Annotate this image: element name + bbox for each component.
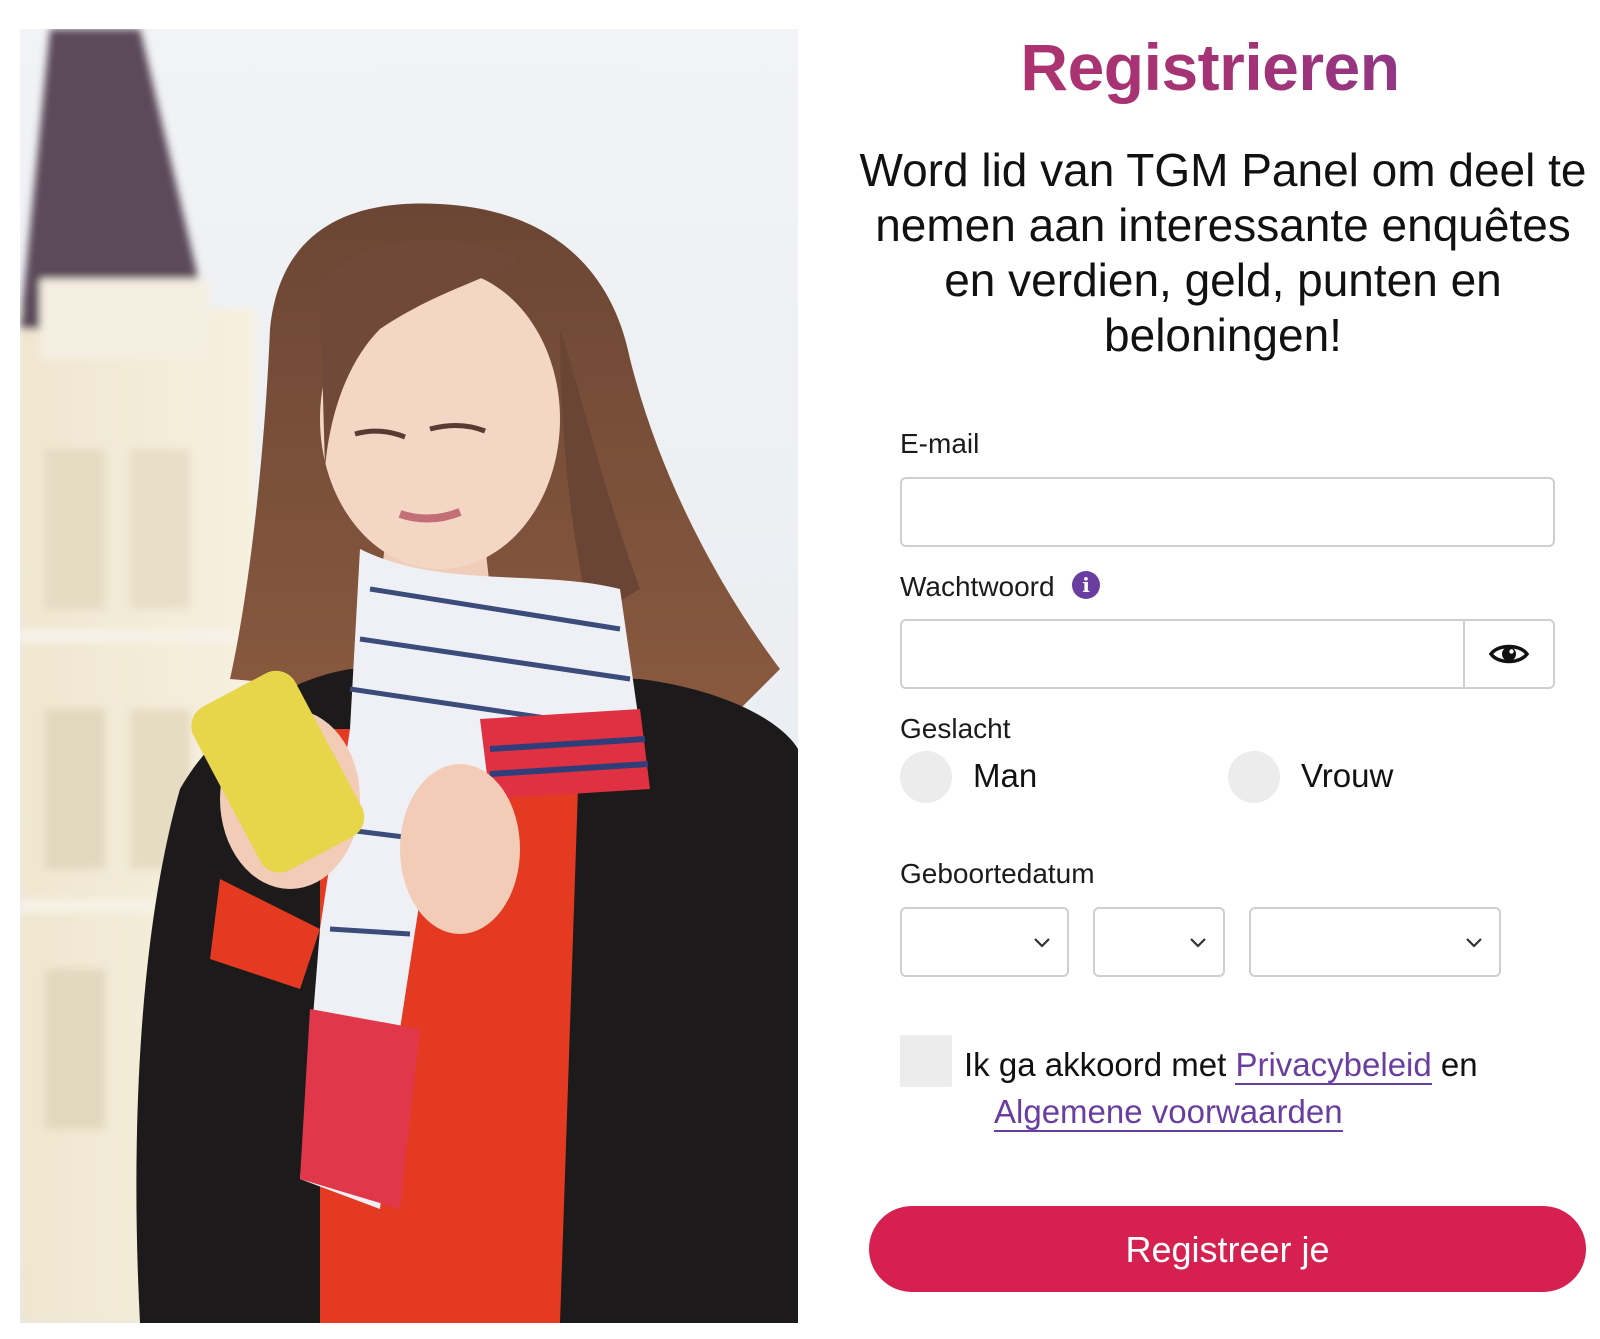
show-password-button[interactable] [1463, 619, 1555, 689]
page-title: Registrieren [840, 30, 1580, 104]
terms-agreement-text: Ik ga akkoord met Privacybeleid en Algem… [964, 1041, 1524, 1135]
privacy-policy-link[interactable]: Privacybeleid [1235, 1046, 1432, 1085]
chevron-down-icon [1034, 938, 1050, 948]
password-label: Wachtwoord [900, 571, 1055, 602]
gender-radio-vrouw[interactable] [1228, 751, 1280, 803]
page-subtitle: Word lid van TGM Panel om deel te nemen … [859, 144, 1587, 361]
agree-conjunction: en [1440, 1046, 1478, 1083]
birthdate-year-select[interactable] [1249, 907, 1501, 977]
gender-label: Geslacht [900, 713, 1011, 744]
register-button[interactable]: Registreer je [869, 1206, 1586, 1292]
gender-option-vrouw-label[interactable]: Vrouw [1301, 756, 1393, 796]
email-input[interactable] [900, 477, 1555, 547]
birthdate-month-select[interactable] [1093, 907, 1225, 977]
birthdate-day-select[interactable] [900, 907, 1069, 977]
info-icon[interactable]: i [1072, 571, 1100, 599]
gender-option-man-label[interactable]: Man [973, 756, 1037, 796]
hero-photo [20, 29, 798, 1323]
terms-checkbox[interactable] [900, 1035, 952, 1087]
eye-icon [1489, 644, 1529, 664]
gender-radio-man[interactable] [900, 751, 952, 803]
chevron-down-icon [1190, 938, 1206, 948]
woman-with-phone-illustration [20, 29, 798, 1323]
password-input[interactable] [900, 619, 1465, 689]
email-label: E-mail [900, 428, 980, 459]
chevron-down-icon [1466, 938, 1482, 948]
terms-conditions-link[interactable]: Algemene voorwaarden [994, 1093, 1343, 1132]
agree-prefix: Ik ga akkoord met [964, 1046, 1227, 1083]
birthdate-label: Geboortedatum [900, 858, 1095, 889]
